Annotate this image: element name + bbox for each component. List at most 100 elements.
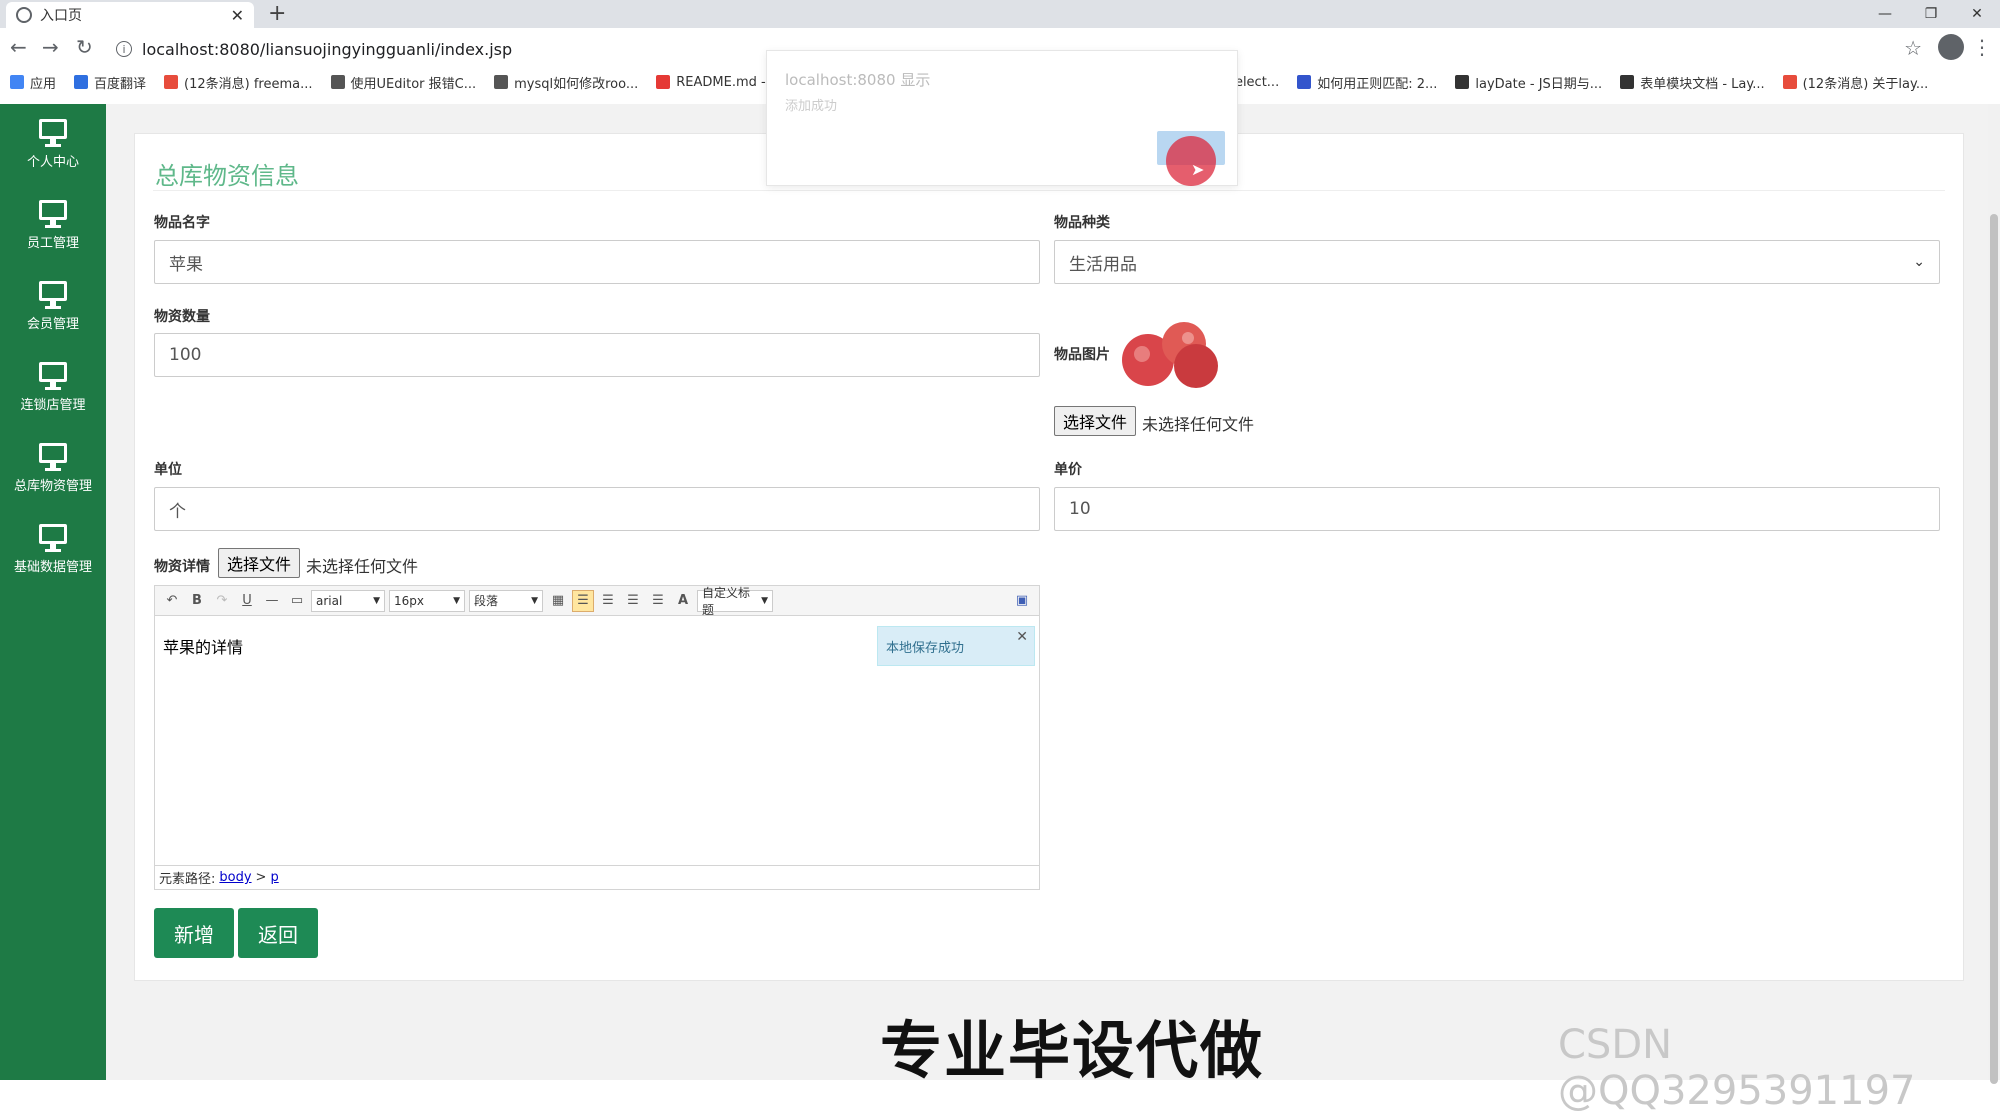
bold-icon[interactable]: B bbox=[186, 590, 208, 612]
image-no-file-text: 未选择任何文件 bbox=[1142, 415, 1255, 434]
profile-avatar[interactable] bbox=[1938, 34, 1964, 60]
price-input[interactable]: 10 bbox=[1054, 487, 1940, 531]
forward-arrow-icon[interactable]: → bbox=[42, 35, 59, 59]
element-path-bar: 元素路径: body > p bbox=[155, 865, 1039, 889]
bookmark-label: 应用 bbox=[30, 76, 57, 92]
browser-tab[interactable]: 入口页 ✕ bbox=[6, 2, 254, 28]
fullscreen-icon[interactable]: ▣ bbox=[1011, 590, 1033, 612]
back-arrow-icon[interactable]: ← bbox=[10, 35, 27, 59]
quantity-input[interactable]: 100 bbox=[154, 333, 1040, 377]
category-label: 物品种类 bbox=[1054, 215, 1110, 231]
bookmark-item[interactable]: layDate - JS日期与... bbox=[1455, 73, 1602, 92]
font-size-select[interactable]: 16px ▼ bbox=[389, 589, 465, 612]
caret-icon: ▼ bbox=[761, 595, 768, 606]
bookmark-favicon-icon bbox=[1782, 75, 1797, 89]
horizontal-rule-icon[interactable]: — bbox=[261, 590, 283, 612]
category-select[interactable]: 生活用品 ⌄ bbox=[1054, 240, 1940, 284]
align-center-icon[interactable]: ☰ bbox=[622, 590, 644, 612]
scrollbar-thumb[interactable] bbox=[1990, 214, 1998, 1084]
sidebar-item-label: 个人中心 bbox=[26, 155, 79, 170]
monitor-icon bbox=[39, 200, 67, 228]
apple-image bbox=[1122, 322, 1218, 388]
restore-button[interactable]: ❐ bbox=[1908, 0, 1954, 28]
bookmark-item[interactable]: 如何用正则匹配: 2... bbox=[1297, 73, 1437, 92]
sidebar-item[interactable]: 个人中心 bbox=[0, 104, 106, 185]
bookmark-star-icon[interactable]: ☆ bbox=[1904, 36, 1922, 60]
sidebar-item[interactable]: 连锁店管理 bbox=[0, 347, 106, 428]
cursor-icon: ➤ bbox=[1191, 160, 1205, 179]
price-label: 单价 bbox=[1054, 462, 1082, 478]
custom-title-select[interactable]: 自定义标题 ▼ bbox=[697, 586, 773, 617]
sidebar: 个人中心员工管理会员管理连锁店管理总库物资管理 基础数据管理 bbox=[0, 104, 106, 1080]
underline-icon[interactable]: U bbox=[236, 590, 258, 612]
path-p-link[interactable]: p bbox=[270, 870, 278, 885]
apps-grid-icon bbox=[10, 75, 24, 89]
rich-text-editor[interactable]: ↶ B ↷ U — ▭ arial ▼ 16px ▼ 段落 ▼ ▦ ☰ ☰ ☰ ☰ A… bbox=[154, 585, 1040, 890]
paragraph-select[interactable]: 段落 ▼ bbox=[469, 589, 543, 612]
price-input-value: 10 bbox=[1069, 499, 1091, 519]
new-tab-button[interactable]: + bbox=[268, 1, 286, 26]
window-controls: — ❐ ✕ bbox=[1862, 0, 2000, 28]
info-icon[interactable]: i bbox=[116, 41, 132, 57]
sidebar-item-label: 连锁店管理 bbox=[20, 398, 86, 413]
bookmark-item[interactable]: 应用 bbox=[10, 73, 56, 92]
sidebar-item[interactable]: 员工管理 bbox=[0, 185, 106, 266]
image-choose-file-button[interactable]: 选择文件 bbox=[1054, 406, 1137, 436]
bookmark-item[interactable]: 使用UEditor 报错C... bbox=[330, 73, 476, 92]
align-justify-icon[interactable]: ☰ bbox=[647, 590, 669, 612]
sidebar-item[interactable]: 会员管理 bbox=[0, 266, 106, 347]
bookmark-item[interactable]: 表单模块文档 - Lay... bbox=[1620, 73, 1765, 92]
chevron-down-icon: ⌄ bbox=[1913, 254, 1925, 270]
sidebar-item[interactable]: 基础数据管理 bbox=[0, 509, 106, 590]
bookmark-label: 表单模块文档 - Lay... bbox=[1640, 76, 1765, 92]
close-tab-icon[interactable]: ✕ bbox=[231, 6, 244, 25]
path-body-link[interactable]: body bbox=[219, 870, 251, 885]
clear-format-icon[interactable]: ▭ bbox=[286, 590, 308, 612]
font-family-select[interactable]: arial ▼ bbox=[311, 589, 385, 612]
watermark-text: 专业毕设代做 bbox=[880, 1014, 1265, 1087]
monitor-icon bbox=[39, 524, 67, 552]
browser-tab-bar: 入口页 ✕ + — ❐ ✕ bbox=[0, 0, 2000, 28]
font-family-value: arial bbox=[316, 593, 343, 608]
reload-icon[interactable]: ↻ bbox=[76, 35, 93, 59]
bookmark-label: mysql如何修改roo... bbox=[514, 76, 639, 92]
sidebar-item-label: 会员管理 bbox=[26, 317, 79, 332]
bookmark-item[interactable]: (12条消息) 关于lay... bbox=[1782, 73, 1928, 92]
bookmark-favicon-icon bbox=[164, 75, 179, 89]
category-select-value: 生活用品 bbox=[1069, 254, 1137, 275]
alert-title: localhost:8080 显示 bbox=[785, 71, 931, 89]
detail-label: 物资详情 bbox=[154, 559, 210, 575]
caret-icon: ▼ bbox=[531, 595, 538, 606]
csdn-watermark: CSDN @QQ3295391197 bbox=[1558, 1022, 1916, 1114]
quantity-label: 物资数量 bbox=[154, 309, 210, 325]
scrollbar[interactable] bbox=[1988, 104, 2000, 1084]
unit-input[interactable]: 个 bbox=[154, 487, 1040, 531]
add-button[interactable]: 新增 bbox=[154, 908, 234, 958]
name-input-value: 苹果 bbox=[169, 254, 203, 275]
bookmark-item[interactable]: (12条消息) freema... bbox=[164, 73, 313, 92]
bookmark-label: layDate - JS日期与... bbox=[1475, 76, 1603, 92]
redo-icon[interactable]: ↷ bbox=[211, 590, 233, 612]
alert-message: 添加成功 bbox=[785, 99, 838, 114]
detail-no-file-text: 未选择任何文件 bbox=[306, 557, 419, 576]
close-icon[interactable]: ✕ bbox=[1016, 629, 1028, 645]
sidebar-item[interactable]: 总库物资管理 bbox=[0, 428, 106, 509]
bookmark-item[interactable]: mysql如何修改roo... bbox=[494, 73, 638, 92]
editor-content[interactable]: 苹果的详情 bbox=[163, 634, 243, 658]
detail-choose-file-button[interactable]: 选择文件 bbox=[218, 548, 301, 578]
name-input[interactable]: 苹果 bbox=[154, 240, 1040, 284]
save-success-tip: 本地保存成功 ✕ bbox=[877, 626, 1035, 666]
font-color-icon[interactable]: A bbox=[672, 590, 694, 612]
bookmark-item[interactable]: 百度翻译 bbox=[74, 73, 146, 92]
monitor-icon bbox=[39, 119, 67, 147]
menu-kebab-icon[interactable]: ⋮ bbox=[1972, 35, 1992, 59]
close-window-button[interactable]: ✕ bbox=[1954, 0, 2000, 28]
table-icon[interactable]: ▦ bbox=[547, 590, 569, 612]
font-size-value: 16px bbox=[394, 593, 424, 608]
undo-icon[interactable]: ↶ bbox=[161, 590, 183, 612]
minimize-button[interactable]: — bbox=[1862, 0, 1908, 28]
name-label: 物品名字 bbox=[154, 215, 210, 231]
align-left-icon[interactable]: ☰ bbox=[572, 589, 594, 612]
back-button[interactable]: 返回 bbox=[238, 908, 318, 958]
align-right-icon[interactable]: ☰ bbox=[597, 590, 619, 612]
